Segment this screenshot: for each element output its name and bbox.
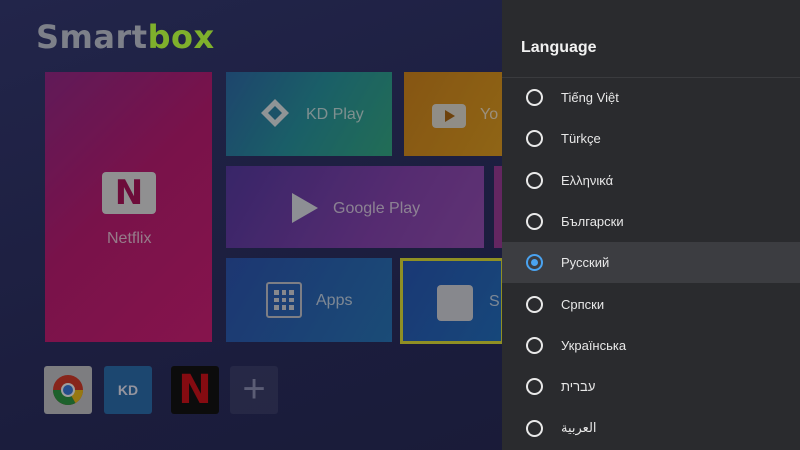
language-option[interactable]: Tiếng Việt <box>502 77 800 118</box>
radio-selected-dot <box>531 259 538 267</box>
radio-icon[interactable] <box>526 336 543 354</box>
language-option-label: Русский <box>561 255 610 271</box>
language-option-label: Ελληνικά <box>561 172 614 188</box>
tile-kd-play-label: KD Play <box>306 106 364 123</box>
language-option[interactable]: Ελληνικά <box>502 160 800 201</box>
smartbox-logo: Smartbox <box>36 18 215 56</box>
language-option-label: Tiếng Việt <box>561 90 619 106</box>
tile-settings-label: S <box>489 293 500 310</box>
chrome-icon <box>52 375 83 406</box>
language-option-label: Српски <box>561 296 605 312</box>
google-play-icon <box>292 193 318 223</box>
language-option[interactable]: עברית <box>502 366 800 407</box>
radio-icon[interactable] <box>526 130 543 148</box>
language-list: Tiếng Việt Türkçe Ελληνικά Български Русский… <box>502 77 800 449</box>
tile-kd-play[interactable]: KD Play <box>226 72 392 156</box>
netflix-icon: N <box>102 172 156 214</box>
gear-icon <box>437 285 473 321</box>
language-panel: Language Tiếng Việt Türkçe Ελληνικά Българс… <box>502 0 800 450</box>
language-option[interactable]: Українська <box>502 325 800 366</box>
logo-smart: Smart <box>36 18 148 56</box>
kodi-icon <box>261 99 289 127</box>
panel-title: Language <box>521 39 597 56</box>
language-option[interactable]: Русский <box>502 242 800 284</box>
tile-netflix[interactable]: N Netflix <box>45 72 212 342</box>
logo-box: box <box>147 18 215 56</box>
language-option[interactable]: Türkçe <box>502 118 800 159</box>
favorite-chrome[interactable] <box>44 366 92 414</box>
language-option[interactable]: العربية <box>502 407 800 448</box>
language-option-label: Українська <box>561 337 627 353</box>
language-option[interactable]: Български <box>502 201 800 242</box>
youtube-icon <box>432 104 466 128</box>
radio-icon[interactable] <box>526 213 543 231</box>
apps-grid-icon <box>266 282 302 318</box>
tile-youtube-label: Yo <box>480 106 499 123</box>
favorite-netflix[interactable]: N <box>171 366 219 414</box>
radio-icon[interactable] <box>526 378 543 396</box>
add-favorite-button[interactable]: + <box>230 366 278 414</box>
radio-icon[interactable] <box>526 419 543 437</box>
language-option-label: العربية <box>561 420 597 436</box>
tile-google-play-label: Google Play <box>333 200 421 217</box>
tile-google-play[interactable]: Google Play <box>226 166 484 248</box>
language-option-label: Български <box>561 214 624 230</box>
radio-icon[interactable] <box>526 295 543 313</box>
language-option-label: Türkçe <box>561 131 601 147</box>
tile-netflix-label: Netflix <box>107 230 152 247</box>
radio-icon[interactable] <box>526 254 543 272</box>
tile-apps[interactable]: Apps <box>226 258 392 342</box>
language-option-label: עברית <box>561 379 596 395</box>
favorite-kd[interactable]: KD <box>104 366 152 414</box>
tile-settings[interactable]: S <box>400 258 504 344</box>
tile-apps-label: Apps <box>316 292 353 309</box>
radio-icon[interactable] <box>526 171 543 189</box>
language-option[interactable]: Српски <box>502 283 800 324</box>
radio-icon[interactable] <box>526 89 543 107</box>
tile-youtube[interactable]: Yo <box>404 72 504 156</box>
